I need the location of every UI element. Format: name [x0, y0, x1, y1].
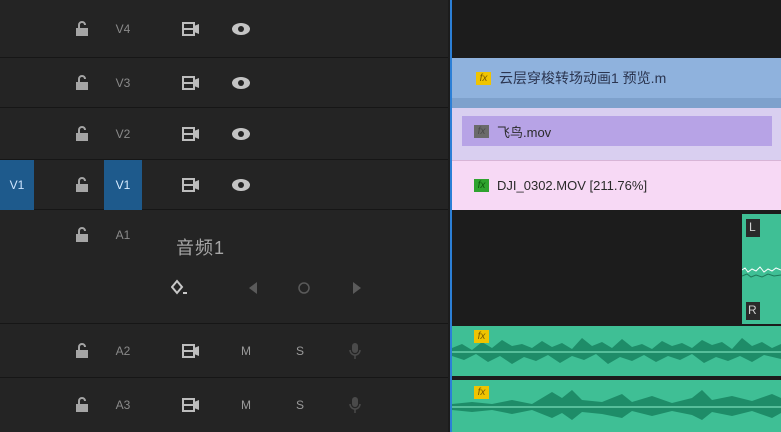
- timeline-clip-v1[interactable]: fx DJI_0302.MOV [211.76%]: [452, 160, 781, 210]
- track-header-v1: V1 V1: [0, 160, 448, 210]
- track-name-v2[interactable]: V2: [104, 119, 142, 149]
- lock-icon[interactable]: [74, 160, 90, 210]
- fx-badge: fx: [474, 179, 489, 192]
- eye-icon[interactable]: [230, 108, 252, 160]
- solo-button[interactable]: S: [292, 378, 308, 432]
- next-keyframe-icon[interactable]: [348, 280, 364, 296]
- track-name-v4[interactable]: V4: [104, 14, 142, 44]
- mute-button[interactable]: M: [238, 324, 254, 378]
- track-header-v2: V2: [0, 108, 448, 160]
- solo-button[interactable]: S: [292, 324, 308, 378]
- sync-lock-icon[interactable]: [180, 378, 202, 432]
- clip-bottom-strip: [452, 98, 781, 108]
- track-header-v3: V3: [0, 58, 448, 108]
- timeline-area[interactable]: fx 云层穿梭转场动画1 预览.m fx 飞鸟.mov fx DJI_0302.…: [448, 0, 781, 432]
- timeline-clip-v3[interactable]: fx 云层穿梭转场动画1 预览.m: [452, 58, 781, 98]
- fx-badge: fx: [474, 330, 489, 343]
- volume-keyframe-icon[interactable]: [170, 278, 190, 298]
- eye-icon[interactable]: [230, 160, 252, 210]
- playhead-line[interactable]: [450, 0, 452, 432]
- fx-badge: fx: [476, 71, 491, 85]
- audio-track-name: 音频1: [176, 238, 226, 258]
- lock-icon[interactable]: [74, 108, 90, 160]
- clip-name: 云层穿梭转场动画1 预览.m: [499, 70, 667, 86]
- previous-keyframe-icon[interactable]: [246, 280, 262, 296]
- track-header-a1: A1 音频1: [0, 210, 448, 324]
- track-header-a3: A3 M S: [0, 378, 448, 432]
- lock-icon[interactable]: [74, 224, 90, 246]
- lock-icon[interactable]: [74, 58, 90, 108]
- clip-name: 飞鸟.mov: [497, 124, 552, 140]
- left-channel-label: L: [749, 220, 756, 234]
- eye-icon[interactable]: [230, 58, 252, 108]
- right-channel-label: R: [748, 303, 757, 317]
- timeline-audio-clip-a3[interactable]: fx: [452, 380, 781, 432]
- lock-icon[interactable]: [74, 378, 90, 432]
- source-patch-v4[interactable]: [0, 0, 34, 58]
- source-patch-v2[interactable]: [0, 108, 34, 160]
- track-name-a3[interactable]: A3: [104, 390, 142, 420]
- source-patch-v1[interactable]: V1: [0, 160, 34, 210]
- lock-icon[interactable]: [74, 324, 90, 378]
- sync-lock-icon[interactable]: [180, 0, 202, 58]
- sync-lock-icon[interactable]: [180, 108, 202, 160]
- clip-body: fx 飞鸟.mov: [462, 116, 772, 146]
- sync-lock-icon[interactable]: [180, 324, 202, 378]
- track-name-a2[interactable]: A2: [104, 336, 142, 366]
- track-name-v1[interactable]: V1: [104, 160, 142, 210]
- track-name-a1[interactable]: A1: [104, 224, 142, 246]
- track-header-v4: V4: [0, 0, 448, 58]
- microphone-icon[interactable]: [348, 378, 362, 432]
- lock-icon[interactable]: [74, 0, 90, 58]
- add-keyframe-icon[interactable]: [296, 280, 312, 296]
- sync-lock-icon[interactable]: [180, 58, 202, 108]
- timeline-audio-clip-a1[interactable]: L R: [742, 214, 781, 324]
- timeline-clip-v2[interactable]: fx 飞鸟.mov: [452, 108, 781, 160]
- fx-badge: fx: [474, 386, 489, 399]
- source-patch-v3[interactable]: [0, 58, 34, 108]
- timeline-audio-clip-a2[interactable]: fx: [452, 326, 781, 376]
- track-headers-panel: V4 V3 V2 V1 V1 A1 音频1 A2 M S A3 M S: [0, 0, 448, 432]
- clip-name: DJI_0302.MOV [211.76%]: [497, 178, 648, 193]
- track-name-v3[interactable]: V3: [104, 68, 142, 98]
- eye-icon[interactable]: [230, 0, 252, 58]
- mute-button[interactable]: M: [238, 378, 254, 432]
- microphone-icon[interactable]: [348, 324, 362, 378]
- fx-badge: fx: [474, 124, 489, 138]
- track-header-a2: A2 M S: [0, 324, 448, 378]
- sync-lock-icon[interactable]: [180, 160, 202, 210]
